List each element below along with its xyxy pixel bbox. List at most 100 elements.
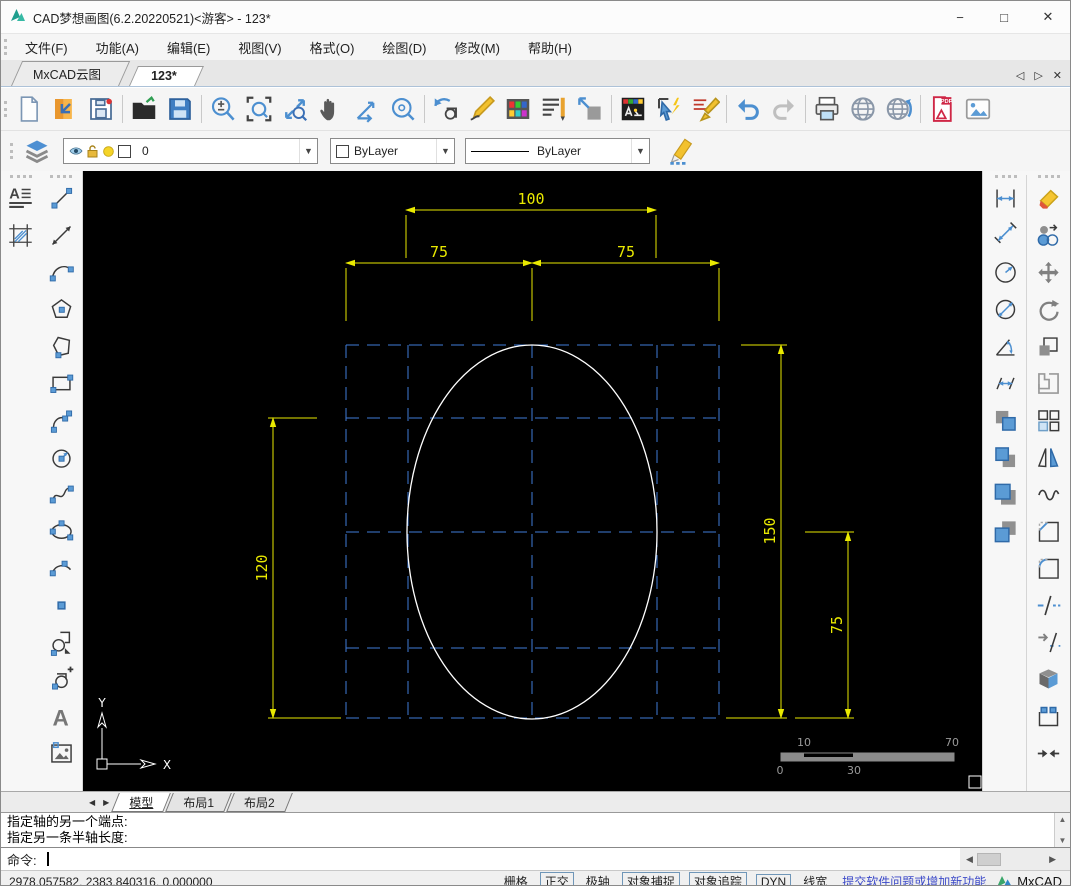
draw-order-back-icon[interactable] <box>989 440 1023 474</box>
draw-order-under-icon[interactable] <box>989 514 1023 548</box>
save-as-icon[interactable] <box>162 91 198 127</box>
status-toggle-4[interactable]: 对象追踪 <box>688 872 747 885</box>
pdf-export-icon[interactable]: PDF <box>924 91 960 127</box>
move-icon[interactable] <box>1032 255 1066 289</box>
status-toggle-0[interactable]: 栅格 <box>501 872 531 885</box>
tab-scroll-right-icon[interactable]: ▷ <box>1034 69 1042 82</box>
viewport-corner-handle[interactable] <box>968 775 982 789</box>
new-file-icon[interactable] <box>11 91 47 127</box>
hatch-icon[interactable] <box>4 218 38 252</box>
zoom-window-icon[interactable] <box>241 91 277 127</box>
open-folder-icon[interactable] <box>126 91 162 127</box>
select-filter-icon[interactable] <box>651 91 687 127</box>
menu-view[interactable]: 视图(V) <box>224 35 295 60</box>
status-toggle-3[interactable]: 对象捕捉 <box>621 872 680 885</box>
command-scrollbar[interactable]: ▲ ▼ <box>1054 813 1070 847</box>
toolbar-grip[interactable] <box>4 39 7 55</box>
text-icon[interactable]: A <box>44 699 78 733</box>
pan-icon[interactable] <box>313 91 349 127</box>
toolbar-grip[interactable] <box>10 143 13 159</box>
array-icon[interactable] <box>1032 403 1066 437</box>
scale-icon[interactable] <box>1032 329 1066 363</box>
layout-scroll-right-icon[interactable]: ▶ <box>99 798 113 807</box>
construction-line-icon[interactable] <box>44 218 78 252</box>
open-cloud-icon[interactable] <box>47 91 83 127</box>
block-define-icon[interactable] <box>44 662 78 696</box>
polyline-icon[interactable] <box>44 403 78 437</box>
linetype-edit-icon[interactable] <box>662 131 702 171</box>
zoom-center-icon[interactable] <box>385 91 421 127</box>
chamfer-icon[interactable] <box>1032 514 1066 548</box>
status-toggle-6[interactable]: 线宽 <box>800 872 830 885</box>
dim-angular-icon[interactable] <box>989 329 1023 363</box>
offset-icon[interactable] <box>1032 366 1066 400</box>
layout-tab-2[interactable]: 布局2 <box>230 793 289 812</box>
image-icon[interactable] <box>44 736 78 770</box>
draw-order-above-icon[interactable] <box>989 477 1023 511</box>
arc-icon[interactable] <box>44 255 78 289</box>
dim-right-75[interactable]: 75 <box>531 243 720 321</box>
tab-scroll-left-icon[interactable]: ◁ <box>1016 69 1024 82</box>
rotate-icon[interactable] <box>1032 292 1066 326</box>
zoom-previous-icon[interactable] <box>428 91 464 127</box>
text-edit-icon[interactable] <box>536 91 572 127</box>
layout-tab-1[interactable]: 布局1 <box>169 793 228 812</box>
block-insert-icon[interactable] <box>44 625 78 659</box>
maximize-button[interactable]: □ <box>982 2 1026 33</box>
command-input[interactable]: 命令: ◀ ▶ <box>1 848 1070 870</box>
dim-side-150[interactable]: 150 <box>726 344 787 719</box>
draw-order-front-icon[interactable] <box>989 403 1023 437</box>
insert-image-icon[interactable] <box>960 91 996 127</box>
menu-draw[interactable]: 绘图(D) <box>368 35 440 60</box>
color-select[interactable]: ByLayer ▼ <box>330 138 455 164</box>
command-history[interactable]: 指定轴的另一个端点: 指定另一条半轴长度: ▲ ▼ <box>1 813 1070 848</box>
join-icon[interactable] <box>1032 736 1066 770</box>
layout-scroll-left-icon[interactable]: ◀ <box>85 798 99 807</box>
dim-continue-icon[interactable] <box>989 366 1023 400</box>
break-icon[interactable] <box>1032 588 1066 622</box>
sketch-icon[interactable] <box>464 91 500 127</box>
dim-diameter-icon[interactable] <box>989 292 1023 326</box>
feedback-link[interactable]: 提交软件问题或增加新功能 <box>842 873 986 885</box>
dim-linear-icon[interactable] <box>989 181 1023 215</box>
zoom-adjust-icon[interactable] <box>205 91 241 127</box>
ellipse-icon[interactable] <box>44 514 78 548</box>
print-icon[interactable] <box>809 91 845 127</box>
dim-aligned-icon[interactable] <box>989 218 1023 252</box>
web-publish-icon[interactable] <box>845 91 881 127</box>
status-toggle-2[interactable]: 极轴 <box>583 872 613 885</box>
menu-format[interactable]: 格式(O) <box>296 35 369 60</box>
status-toggle-5[interactable]: DYN <box>755 873 792 885</box>
save-icon[interactable] <box>83 91 119 127</box>
axes-icon[interactable] <box>349 91 385 127</box>
copy-icon[interactable] <box>1032 218 1066 252</box>
point-icon[interactable] <box>44 588 78 622</box>
spline-icon[interactable] <box>44 477 78 511</box>
circle-icon[interactable] <box>44 440 78 474</box>
document-tab-1[interactable]: 123* <box>129 66 195 86</box>
status-toggle-1[interactable]: 正交 <box>539 872 574 885</box>
erase-icon[interactable] <box>1032 181 1066 215</box>
arc-continue-icon[interactable] <box>44 551 78 585</box>
format-brush-icon[interactable] <box>687 91 723 127</box>
scrollbar-thumb[interactable] <box>976 852 1001 866</box>
menu-file[interactable]: 文件(F) <box>11 35 82 60</box>
menu-modify[interactable]: 修改(M) <box>440 35 514 60</box>
menu-edit[interactable]: 编辑(E) <box>153 35 224 60</box>
menu-help[interactable]: 帮助(H) <box>514 35 586 60</box>
dim-radius-icon[interactable] <box>989 255 1023 289</box>
resize-icon[interactable] <box>572 91 608 127</box>
tab-close-icon[interactable]: ✕ <box>1053 69 1062 82</box>
command-hscrollbar[interactable]: ◀ ▶ <box>966 852 1056 866</box>
text-style-icon[interactable]: A <box>4 181 38 215</box>
layer-manager-icon[interactable] <box>615 91 651 127</box>
dim-side-120[interactable]: 120 <box>253 417 341 719</box>
linetype-select[interactable]: ByLayer ▼ <box>465 138 650 164</box>
close-button[interactable]: ✕ <box>1026 2 1070 33</box>
redo-icon[interactable] <box>766 91 802 127</box>
web-upload-icon[interactable] <box>881 91 917 127</box>
palette-icon[interactable] <box>500 91 536 127</box>
rectangle-icon[interactable] <box>44 366 78 400</box>
revision-cloud-icon[interactable] <box>1032 477 1066 511</box>
undo-icon[interactable] <box>730 91 766 127</box>
